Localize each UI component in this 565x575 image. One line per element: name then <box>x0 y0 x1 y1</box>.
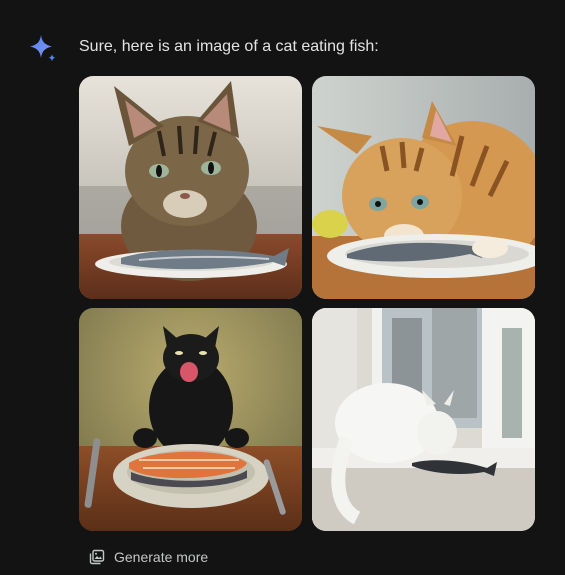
gemini-sparkle-icon <box>30 35 56 62</box>
response-text: Sure, here is an image of a cat eating f… <box>79 38 379 55</box>
image-stack-icon <box>89 549 105 565</box>
generated-image-black-cat[interactable] <box>79 308 302 531</box>
generated-image-orange-cat[interactable] <box>312 76 535 299</box>
generated-image-white-cat[interactable] <box>312 308 535 531</box>
image-grid <box>79 76 535 531</box>
generate-more-button[interactable]: Generate more <box>79 541 218 573</box>
generated-image-tabby-cat[interactable] <box>79 76 302 299</box>
chat-response: Sure, here is an image of a cat eating f… <box>0 0 565 575</box>
generate-more-label: Generate more <box>114 549 209 565</box>
